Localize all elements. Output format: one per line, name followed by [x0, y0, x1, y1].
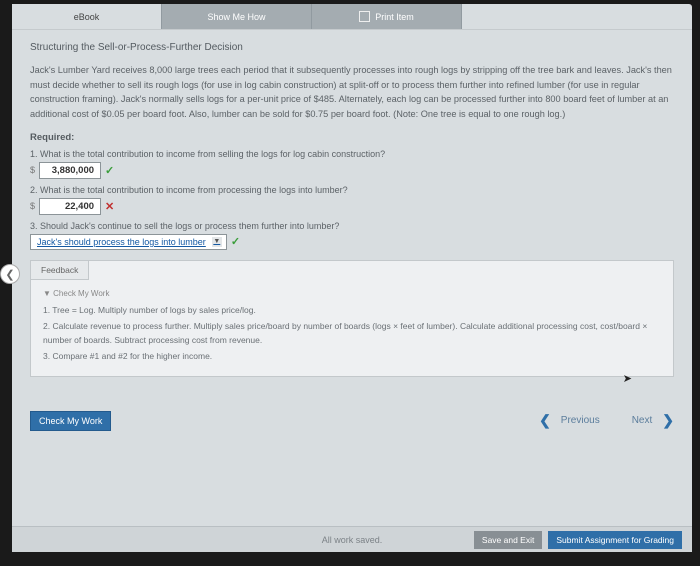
answer-input-1[interactable]: 3,880,000 [39, 162, 101, 179]
tab-print-item[interactable]: Print Item [312, 4, 462, 29]
question-1: 1. What is the total contribution to inc… [30, 149, 674, 159]
print-icon [359, 11, 370, 22]
currency-symbol: $ [30, 201, 35, 211]
cross-icon: ✕ [105, 200, 114, 213]
check-my-work-button[interactable]: Check My Work [30, 411, 111, 431]
chevron-down-icon: ▼ [212, 237, 222, 247]
answer-select-3[interactable]: Jack's should process the logs into lumb… [30, 234, 227, 250]
feedback-heading: ▼ Check My Work [43, 288, 661, 300]
chevron-right-icon[interactable]: ❯ [662, 412, 674, 429]
feedback-tab[interactable]: Feedback [31, 261, 89, 280]
tab-show-me-how[interactable]: Show Me How [162, 4, 312, 29]
required-heading: Required: [30, 132, 674, 143]
content-area: Structuring the Sell-or-Process-Further … [12, 30, 692, 431]
answer-select-3-value: Jack's should process the logs into lumb… [37, 237, 206, 247]
save-status: All work saved. [322, 535, 383, 545]
submit-button[interactable]: Submit Assignment for Grading [548, 531, 682, 549]
question-2: 2. What is the total contribution to inc… [30, 185, 674, 195]
pager: ❮ Previous Next ❯ [539, 412, 674, 429]
currency-symbol: $ [30, 165, 35, 175]
prev-label[interactable]: Previous [561, 415, 600, 426]
page-title: Structuring the Sell-or-Process-Further … [30, 42, 674, 53]
answer-row-1: $ 3,880,000 ✓ [30, 162, 674, 179]
app-frame: ❮ eBook Show Me How Print Item Structuri… [12, 4, 692, 552]
next-label[interactable]: Next [632, 415, 653, 426]
footer-actions: Save and Exit Submit Assignment for Grad… [474, 531, 682, 549]
tab-bar: eBook Show Me How Print Item [12, 4, 692, 30]
check-icon: ✓ [105, 164, 114, 177]
tab-ebook[interactable]: eBook [12, 4, 162, 29]
problem-text: Jack's Lumber Yard receives 8,000 large … [30, 63, 674, 122]
tab-print-label: Print Item [375, 12, 414, 22]
feedback-line-3: 3. Compare #1 and #2 for the higher inco… [43, 350, 661, 363]
prev-page-circle[interactable]: ❮ [0, 264, 20, 284]
feedback-body: ▼ Check My Work 1. Tree = Log. Multiply … [31, 280, 673, 376]
button-row: Check My Work ❮ Previous Next ❯ [30, 411, 674, 431]
feedback-line-2: 2. Calculate revenue to process further.… [43, 320, 661, 346]
answer-row-3: Jack's should process the logs into lumb… [30, 234, 674, 250]
check-icon: ✓ [231, 235, 240, 248]
feedback-panel: Feedback ▼ Check My Work 1. Tree = Log. … [30, 260, 674, 377]
answer-row-2: $ 22,400 ✕ [30, 198, 674, 215]
question-3: 3. Should Jack's continue to sell the lo… [30, 221, 674, 231]
tab-show-label: Show Me How [207, 12, 265, 22]
feedback-line-1: 1. Tree = Log. Multiply number of logs b… [43, 304, 661, 317]
footer-bar: All work saved. Save and Exit Submit Ass… [12, 526, 692, 552]
cursor-icon: ➤ [623, 372, 632, 385]
save-exit-button[interactable]: Save and Exit [474, 531, 542, 549]
chevron-left-icon[interactable]: ❮ [539, 412, 551, 429]
answer-input-2[interactable]: 22,400 [39, 198, 101, 215]
tab-ebook-label: eBook [74, 12, 100, 22]
